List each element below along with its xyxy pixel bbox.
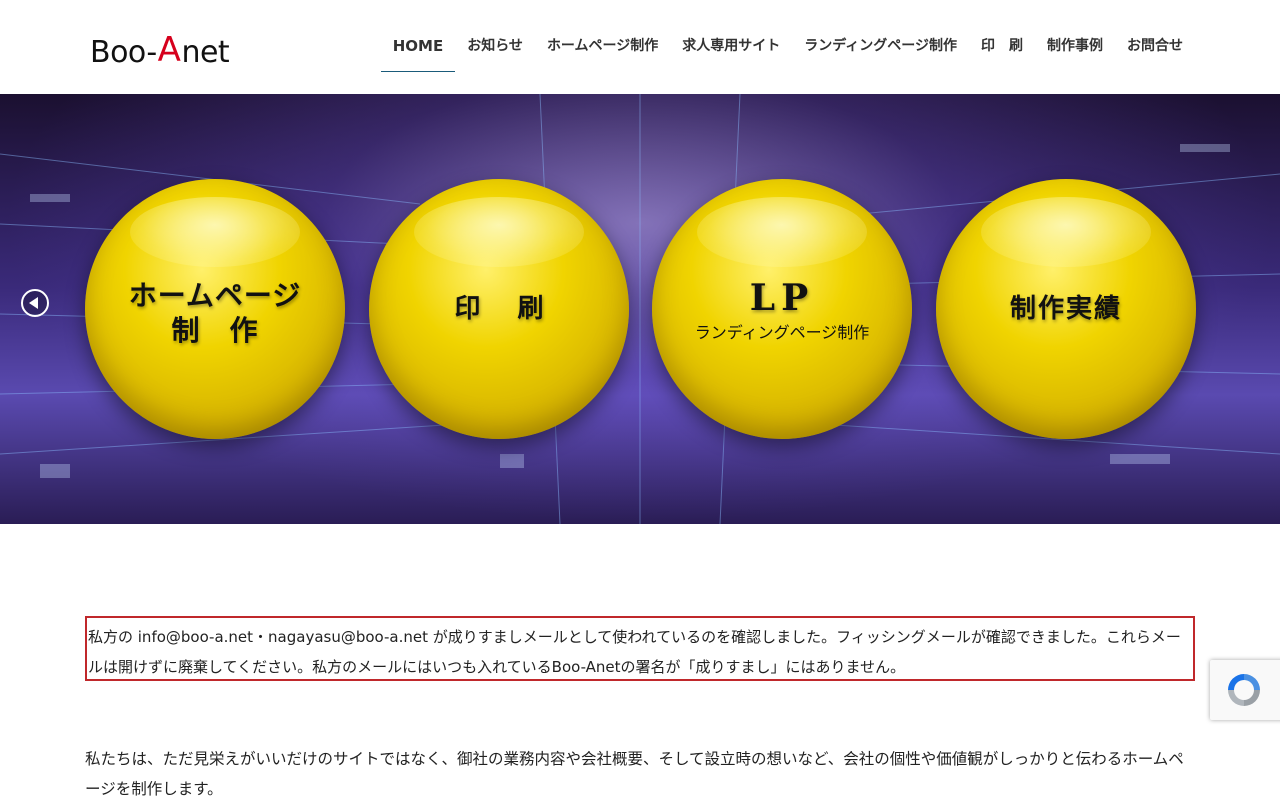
orb-homepage[interactable]: ホームページ 制 作: [85, 179, 345, 439]
orb-lp-label: LP: [749, 276, 815, 319]
orb-landing-page[interactable]: LP ランディングページ制作: [652, 179, 912, 439]
orb-homepage-label: ホームページ 制 作: [129, 278, 302, 348]
nav-item-homepage[interactable]: ホームページ制作: [535, 26, 670, 72]
intro-text: 私たちは、ただ見栄えがいいだけのサイトではなく、御社の業務内容や会社概要、そして…: [85, 750, 1184, 798]
nav-item-news[interactable]: お知らせ: [455, 26, 535, 72]
orb-lp-sublabel: ランディングページ制作: [694, 322, 870, 342]
orb-homepage-line1: ホームページ: [128, 279, 302, 312]
main-nav: HOME お知らせ ホームページ制作 求人専用サイト ランディングページ制作 印…: [380, 26, 1195, 72]
nav-item-printing[interactable]: 印 刷: [969, 26, 1035, 72]
phishing-notice: 私方の info@boo-a.net・nagayasu@boo-a.net が成…: [85, 616, 1195, 681]
orb-homepage-line2: 制 作: [171, 314, 259, 347]
logo-text-a: A: [157, 30, 181, 70]
site-header: Boo- Anet HOME お知らせ ホームページ制作 求人専用サイト ランディ…: [0, 0, 1280, 94]
recaptcha-badge[interactable]: [1210, 660, 1280, 720]
nav-item-home[interactable]: HOME: [380, 26, 456, 72]
recaptcha-icon: [1228, 674, 1260, 706]
hero-slider: ホームページ 制 作 印 刷 LP ランディングページ制作 制作実績: [0, 94, 1280, 524]
logo-text-boo: Boo-: [90, 35, 157, 70]
orb-printing[interactable]: 印 刷: [369, 179, 629, 439]
nav-item-recruit[interactable]: 求人専用サイト: [670, 26, 792, 72]
chevron-left-icon: [29, 297, 38, 309]
nav-item-works[interactable]: 制作事例: [1035, 26, 1115, 72]
site-logo[interactable]: Boo- Anet: [90, 26, 230, 70]
orb-printing-label: 印 刷: [454, 293, 558, 324]
nav-item-landing-page[interactable]: ランディングページ制作: [792, 26, 969, 72]
orb-works[interactable]: 制作実績: [936, 179, 1196, 439]
orb-works-label: 制作実績: [1009, 293, 1122, 324]
nav-item-contact[interactable]: お問合せ: [1115, 26, 1195, 72]
logo-text-net: net: [181, 35, 230, 70]
slider-prev-button[interactable]: [21, 289, 49, 317]
